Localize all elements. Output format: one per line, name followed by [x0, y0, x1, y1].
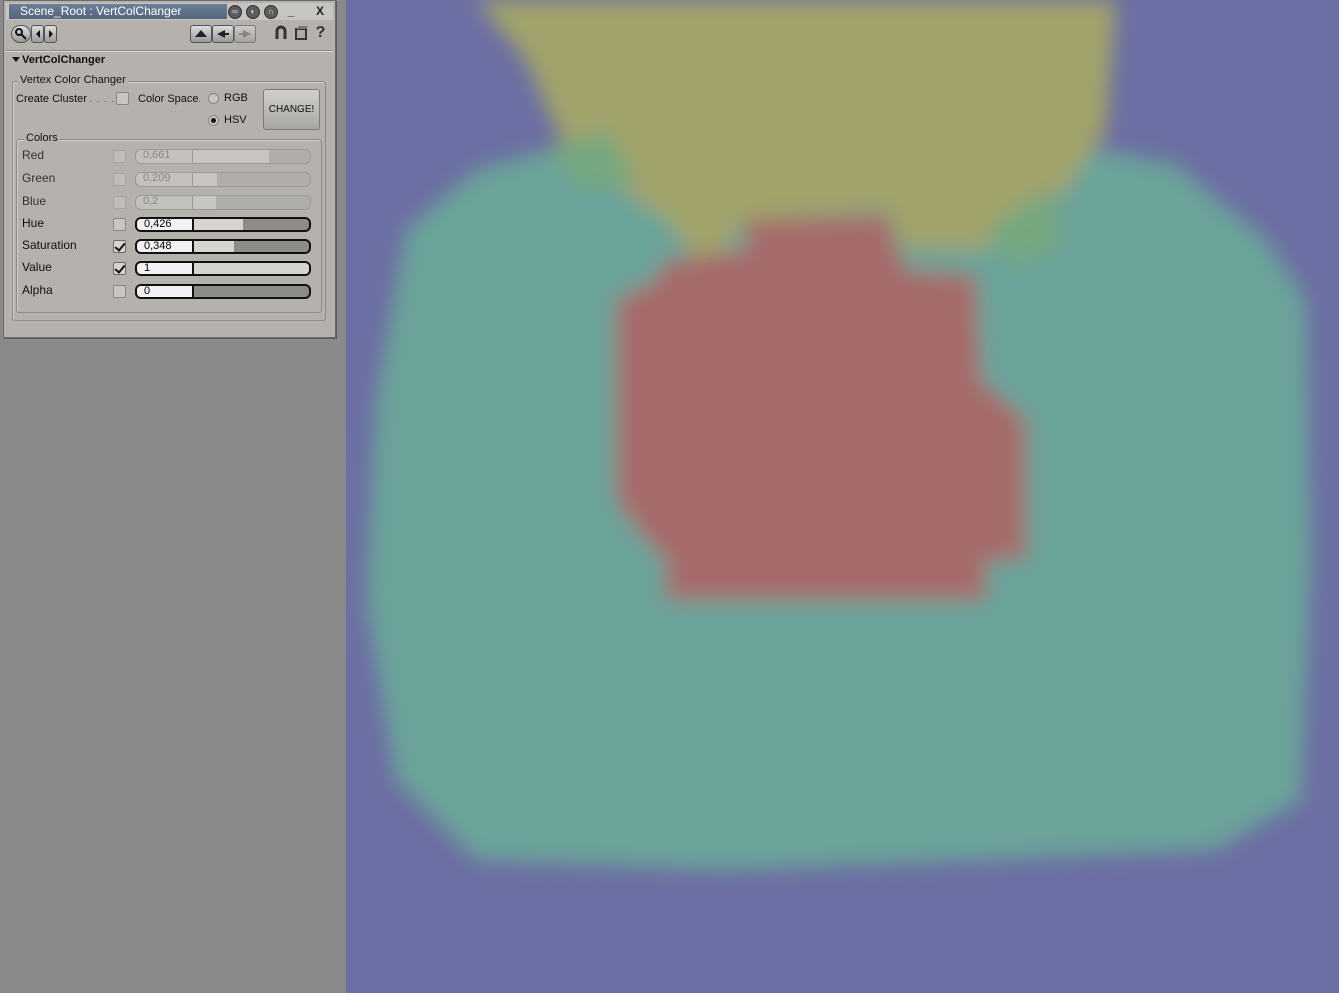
- red-slider[interactable]: 0,661: [135, 149, 311, 164]
- saturation-value-field[interactable]: 0,348: [137, 241, 194, 252]
- red-value-field[interactable]: 0,661: [136, 150, 193, 163]
- green-slider-fill: [193, 173, 217, 186]
- blue-slider[interactable]: 0,2: [135, 195, 311, 210]
- window-title: Scene_Root : VertColChanger: [9, 4, 227, 19]
- lock-icon[interactable]: [272, 25, 289, 43]
- key-icon[interactable]: [11, 25, 31, 43]
- green-value-field[interactable]: 0,209: [136, 173, 193, 186]
- hue-slider[interactable]: 0,426: [135, 217, 311, 232]
- view-icon[interactable]: ∞: [228, 5, 242, 19]
- red-slider-fill: [193, 150, 269, 163]
- 3d-viewport[interactable]: [346, 0, 1339, 993]
- section-header[interactable]: VertColChanger: [12, 54, 105, 66]
- color-space-label: Color Space: [138, 93, 199, 105]
- alpha-label: Alpha: [22, 283, 53, 297]
- green-slider[interactable]: 0,209: [135, 172, 311, 187]
- chevron-down-icon[interactable]: [12, 55, 20, 63]
- property-panel: Scene_Root : VertColChanger ∞ ◐ ∩ _ X ? …: [3, 0, 336, 338]
- divider: [6, 51, 333, 52]
- radio-hsv-label: HSV: [224, 114, 247, 126]
- value-label: Value: [22, 260, 52, 274]
- value-value-field[interactable]: 1: [137, 263, 194, 274]
- minimize-button[interactable]: _: [282, 4, 300, 19]
- create-cluster-dots: . . . .: [89, 94, 116, 105]
- blue-slider-fill: [193, 196, 216, 209]
- green-label: Green: [22, 171, 56, 185]
- alpha-slider[interactable]: 0: [135, 284, 311, 299]
- green-checkbox[interactable]: [113, 173, 126, 186]
- alpha-value-field[interactable]: 0: [137, 286, 194, 297]
- saturation-checkbox[interactable]: [113, 240, 126, 253]
- create-cluster-checkbox[interactable]: [116, 92, 129, 105]
- saturation-label: Saturation: [22, 238, 77, 252]
- cube-icon[interactable]: [292, 25, 309, 43]
- hue-value-field[interactable]: 0,426: [137, 219, 194, 230]
- saturation-slider[interactable]: 0,348: [135, 239, 311, 254]
- blue-checkbox[interactable]: [113, 196, 126, 209]
- radio-rgb[interactable]: [208, 93, 219, 104]
- alpha-checkbox[interactable]: [113, 285, 126, 298]
- hue-checkbox[interactable]: [113, 218, 126, 231]
- toolbar: ?: [6, 22, 333, 48]
- radio-rgb-label: RGB: [224, 92, 248, 104]
- color-space-dots: .: [198, 94, 202, 105]
- close-button[interactable]: X: [311, 4, 329, 19]
- arrow-left-icon[interactable]: [31, 25, 44, 43]
- create-cluster-label: Create Cluster: [16, 93, 87, 105]
- blue-label: Blue: [22, 194, 47, 208]
- red-label: Red: [22, 148, 45, 162]
- title-bar[interactable]: Scene_Root : VertColChanger ∞ ◐ ∩ _ X: [6, 3, 333, 20]
- arrow-right-icon[interactable]: [44, 25, 57, 43]
- radio-hsv[interactable]: [208, 115, 219, 126]
- help-icon[interactable]: ?: [312, 25, 329, 43]
- up-triangle-icon[interactable]: [190, 25, 212, 43]
- right-triangle-icon[interactable]: [234, 25, 256, 43]
- hue-slider-fill: [194, 219, 243, 230]
- value-slider[interactable]: 1: [135, 261, 311, 276]
- saturation-slider-fill: [194, 241, 234, 252]
- lock-icon[interactable]: ∩: [264, 5, 278, 19]
- colors-legend: Colors: [24, 132, 60, 144]
- value-checkbox[interactable]: [113, 262, 126, 275]
- vertex-color-changer-legend: Vertex Color Changer: [18, 74, 128, 86]
- hue-label: Hue: [22, 216, 45, 230]
- value-slider-fill: [194, 263, 309, 274]
- blue-value-field[interactable]: 0,2: [136, 196, 193, 209]
- change-button[interactable]: CHANGE!: [263, 89, 320, 130]
- vertex-colored-mesh: [366, 0, 1311, 870]
- left-triangle-icon[interactable]: [212, 25, 234, 43]
- globe-icon[interactable]: ◐: [246, 5, 260, 19]
- section-title: VertColChanger: [22, 54, 106, 66]
- red-checkbox[interactable]: [113, 150, 126, 163]
